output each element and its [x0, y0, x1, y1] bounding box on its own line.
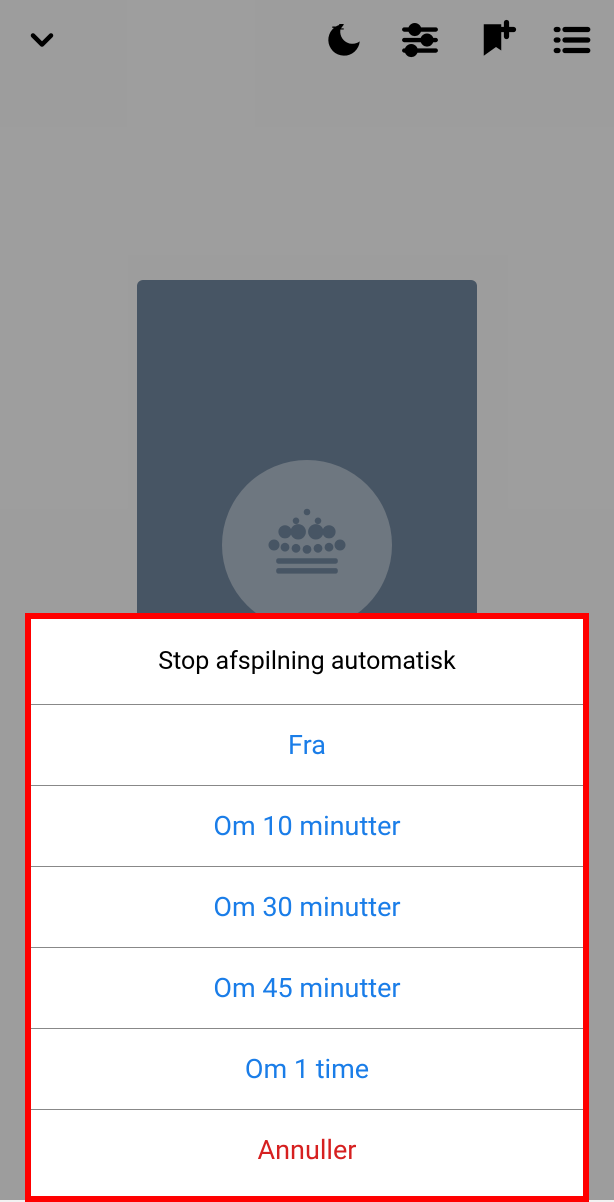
sheet-title: Stop afspilning automatisk	[31, 619, 583, 705]
sleep-timer-sheet: Stop afspilning automatisk Fra Om 10 min…	[25, 613, 589, 1202]
option-10min[interactable]: Om 10 minutter	[31, 786, 583, 867]
option-1hour[interactable]: Om 1 time	[31, 1029, 583, 1110]
cancel-button[interactable]: Annuller	[31, 1110, 583, 1196]
option-30min[interactable]: Om 30 minutter	[31, 867, 583, 948]
option-off[interactable]: Fra	[31, 705, 583, 786]
option-45min[interactable]: Om 45 minutter	[31, 948, 583, 1029]
